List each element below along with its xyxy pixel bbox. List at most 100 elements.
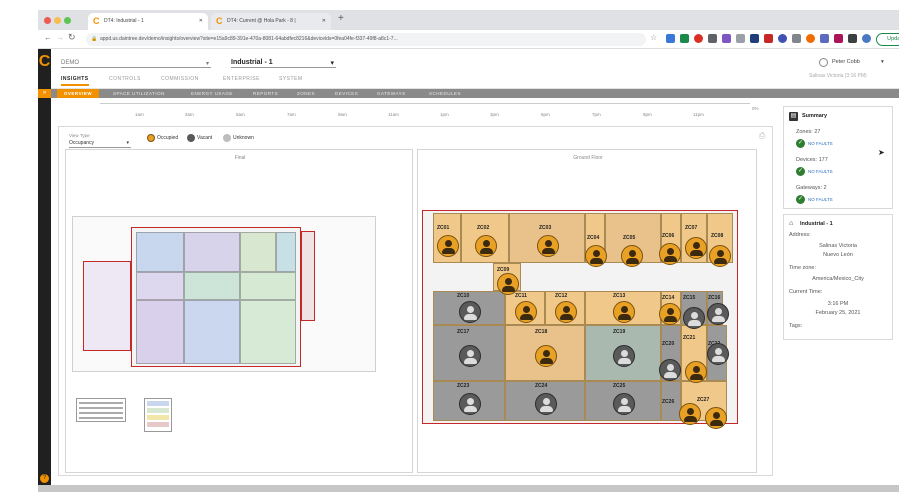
back-icon[interactable]: ← [44, 33, 52, 42]
chevron-down-icon: ▾ [126, 140, 129, 146]
zone-label: ZC11 [515, 293, 527, 299]
occupied-person-icon[interactable] [709, 245, 731, 267]
address-line: Nuevo León [823, 252, 853, 258]
close-window-icon[interactable] [44, 17, 51, 24]
extension-icon[interactable] [694, 34, 703, 43]
browser-tab-active[interactable]: C DT4: Industrial - 1 ✕ [88, 13, 208, 30]
print-icon[interactable]: ⎙ [759, 131, 765, 141]
nav-system[interactable]: SYSTEM [279, 76, 303, 82]
room [240, 272, 296, 300]
extension-icon[interactable] [764, 34, 773, 43]
subnav-space-utilization[interactable]: SPACE UTILIZATION [113, 89, 165, 98]
extension-icon[interactable] [680, 34, 689, 43]
close-tab-icon[interactable]: ✕ [322, 13, 326, 30]
vacant-person-icon[interactable] [659, 359, 681, 381]
extension-icon[interactable] [736, 34, 745, 43]
update-button[interactable]: Update [876, 33, 899, 46]
extension-icon[interactable] [820, 34, 829, 43]
occupied-person-icon[interactable] [585, 245, 607, 267]
occupied-person-icon[interactable] [537, 235, 559, 257]
extension-icon[interactable] [750, 34, 759, 43]
extension-icon[interactable] [792, 34, 801, 43]
extension-icon[interactable] [778, 34, 787, 43]
occupied-person-icon[interactable] [685, 237, 707, 259]
nav-insights[interactable]: INSIGHTS [61, 76, 89, 86]
star-icon[interactable]: ☆ [650, 33, 657, 42]
maximize-window-icon[interactable] [64, 17, 71, 24]
user-name[interactable]: Peter Cobb [832, 59, 860, 65]
room [136, 272, 184, 300]
chevron-down-icon[interactable]: ▾ [881, 59, 884, 65]
extension-icon[interactable] [806, 34, 815, 43]
zone-label: ZC01 [437, 225, 450, 231]
vacant-person-icon[interactable] [707, 343, 729, 365]
subnav-gateways[interactable]: GATEWAYS [377, 89, 406, 98]
zone-label: ZC23 [457, 383, 470, 389]
nav-enterprise[interactable]: ENTERPRISE [223, 76, 260, 82]
user-avatar-icon[interactable] [819, 58, 828, 67]
extension-icon[interactable] [708, 34, 717, 43]
browser-tab[interactable]: C DT4: Current @ Hola Park - 8 | ✕ [211, 13, 331, 30]
legend-unknown: Unknown [233, 135, 254, 141]
occupied-person-icon[interactable] [437, 235, 459, 257]
occupied-person-icon[interactable] [705, 407, 727, 429]
floor-plan-ground[interactable]: ZC01 ZC02 ZC03 ZC04 ZC05 ZC06 ZC07 ZC08 … [422, 210, 738, 429]
extension-icon[interactable] [666, 34, 675, 43]
vacant-person-icon[interactable] [459, 301, 481, 323]
subnav-devices[interactable]: DEVICES [335, 89, 358, 98]
extension-icon[interactable] [848, 34, 857, 43]
close-tab-icon[interactable]: ✕ [199, 13, 203, 30]
occupied-person-icon[interactable] [679, 403, 701, 425]
tab-title: DT4: Industrial - 1 [104, 18, 144, 24]
occupied-person-icon[interactable] [475, 235, 497, 257]
subnav-reports[interactable]: REPORTS [253, 89, 278, 98]
occupied-person-icon[interactable] [685, 361, 707, 383]
vacant-person-icon[interactable] [613, 345, 635, 367]
subnav-schedules[interactable]: SCHEDULES [429, 89, 461, 98]
gateways-status[interactable]: NO FAULTS [808, 197, 833, 202]
daintree-logo[interactable]: C [38, 52, 51, 72]
nav-commission[interactable]: COMMISSION [161, 76, 199, 82]
reload-icon[interactable]: ↻ [68, 32, 76, 43]
extension-icon[interactable] [834, 34, 843, 43]
subnav-overview[interactable]: OVERVIEW [57, 89, 99, 98]
vacant-person-icon[interactable] [459, 393, 481, 415]
subnav-zones[interactable]: ZONES [297, 89, 315, 98]
extension-icon[interactable] [722, 34, 731, 43]
occupied-person-icon[interactable] [613, 301, 635, 323]
occupied-person-icon[interactable] [659, 243, 681, 265]
url-field[interactable]: 🔒 appd.us.daintree.dev/demo/insights/ove… [86, 33, 646, 46]
zones-status[interactable]: NO FAULTS [808, 141, 833, 146]
view-type-select[interactable]: Occupancy ▾ [69, 140, 131, 148]
expand-sidebar-icon[interactable]: » [38, 89, 51, 98]
occupied-person-icon[interactable] [535, 345, 557, 367]
room [240, 232, 276, 272]
occupied-person-icon[interactable] [555, 301, 577, 323]
occupied-person-icon[interactable] [659, 303, 681, 325]
subnav-energy-usage[interactable]: ENERGY USAGE [191, 89, 233, 98]
occupied-person-icon[interactable] [621, 245, 643, 267]
vacant-person-icon[interactable] [535, 393, 557, 415]
legend-row [79, 417, 123, 419]
nav-controls[interactable]: CONTROLS [109, 76, 141, 82]
company-select-value: DEMO [61, 60, 79, 66]
company-select[interactable]: DEMO ▾ [61, 60, 211, 68]
profile-avatar-icon[interactable] [862, 34, 871, 43]
vacant-person-icon[interactable] [683, 307, 705, 329]
devices-status[interactable]: NO FAULTS [808, 169, 833, 174]
zone-label: ZC26 [662, 399, 675, 405]
new-tab-button[interactable]: + [338, 13, 344, 24]
site-select[interactable]: Industrial - 1 ▾ [231, 59, 336, 68]
forward-icon[interactable]: → [56, 33, 64, 42]
vacant-person-icon[interactable] [707, 303, 729, 325]
timeline-tick: 5am [236, 112, 245, 117]
vacant-person-icon[interactable] [613, 393, 635, 415]
help-icon[interactable]: ? [40, 474, 49, 483]
floor-plan-final[interactable] [72, 216, 376, 372]
minimize-window-icon[interactable] [54, 17, 61, 24]
vacant-person-icon[interactable] [459, 345, 481, 367]
occupied-person-icon[interactable] [515, 301, 537, 323]
occupied-person-icon[interactable] [497, 273, 519, 295]
legend-row [79, 412, 123, 414]
timeline-tick: 7am [287, 112, 296, 117]
